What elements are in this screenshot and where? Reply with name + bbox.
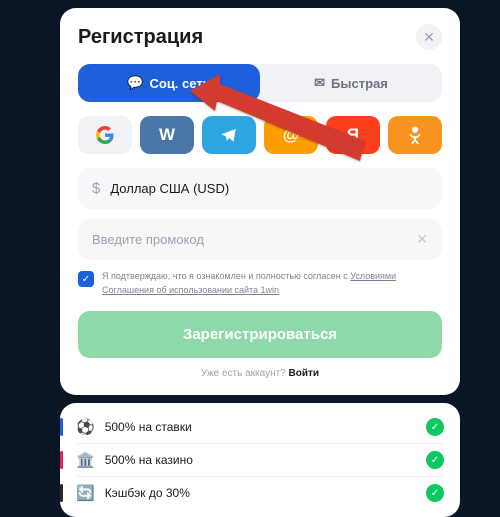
tab-social-label: Соц. сети xyxy=(149,76,210,91)
yandex-icon: Я xyxy=(347,125,359,145)
check-badge: ✓ xyxy=(426,418,444,436)
terms-checkbox[interactable]: ✓ xyxy=(78,271,94,287)
auth-tabs: 💬 Соц. сети ✉ Быстрая xyxy=(78,64,442,102)
social-providers: W @ Я xyxy=(78,116,442,154)
cashback-icon: 🔄 xyxy=(76,484,95,502)
tab-social[interactable]: 💬 Соц. сети xyxy=(78,64,260,102)
chat-icon: 💬 xyxy=(127,75,143,91)
login-row: Уже есть аккаунт? Войти xyxy=(78,368,442,379)
ok-button[interactable] xyxy=(388,116,442,154)
bonus-label: 500% на казино xyxy=(105,453,416,467)
telegram-button[interactable] xyxy=(202,116,256,154)
vk-icon: W xyxy=(159,125,175,145)
check-badge: ✓ xyxy=(426,484,444,502)
close-button[interactable]: ✕ xyxy=(416,24,442,50)
clear-icon[interactable]: ✕ xyxy=(416,231,428,248)
mailru-icon: @ xyxy=(283,125,300,145)
page-title: Регистрация xyxy=(78,26,203,49)
accent-bar xyxy=(60,451,63,469)
terms-text: Я подтверждаю, что я ознакомлен и полнос… xyxy=(102,270,442,297)
accent-bar xyxy=(60,484,63,502)
telegram-icon xyxy=(220,126,238,144)
promo-field: ✕ xyxy=(78,219,442,260)
bonus-label: Кэшбэк до 30% xyxy=(105,486,416,500)
registration-modal: Регистрация ✕ 💬 Соц. сети ✉ Быстрая W @ … xyxy=(60,8,460,395)
promo-input[interactable] xyxy=(92,232,406,247)
currency-label: Доллар США (USD) xyxy=(110,181,428,196)
check-badge: ✓ xyxy=(426,451,444,469)
bonus-item[interactable]: 🏛️ 500% на казино ✓ xyxy=(76,444,444,477)
bonus-item[interactable]: 🔄 Кэшбэк до 30% ✓ xyxy=(76,477,444,509)
bonus-label: 500% на ставки xyxy=(105,420,416,434)
google-button[interactable] xyxy=(78,116,132,154)
casino-icon: 🏛️ xyxy=(76,451,95,469)
dollar-icon: $ xyxy=(92,180,100,197)
bonus-item[interactable]: ⚽ 500% на ставки ✓ xyxy=(76,411,444,444)
mail-icon: ✉ xyxy=(314,75,325,91)
yandex-button[interactable]: Я xyxy=(326,116,380,154)
vk-button[interactable]: W xyxy=(140,116,194,154)
ok-icon xyxy=(408,126,422,144)
modal-header: Регистрация ✕ xyxy=(78,24,442,50)
register-button[interactable]: Зарегистрироваться xyxy=(78,311,442,358)
terms-row: ✓ Я подтверждаю, что я ознакомлен и полн… xyxy=(78,270,442,297)
login-link[interactable]: Войти xyxy=(289,368,320,379)
soccer-icon: ⚽ xyxy=(76,418,95,436)
google-icon xyxy=(96,126,114,144)
tab-fast-label: Быстрая xyxy=(331,76,388,91)
tab-fast[interactable]: ✉ Быстрая xyxy=(260,64,442,102)
currency-select[interactable]: $ Доллар США (USD) xyxy=(78,168,442,209)
accent-bar xyxy=(60,418,63,436)
mailru-button[interactable]: @ xyxy=(264,116,318,154)
